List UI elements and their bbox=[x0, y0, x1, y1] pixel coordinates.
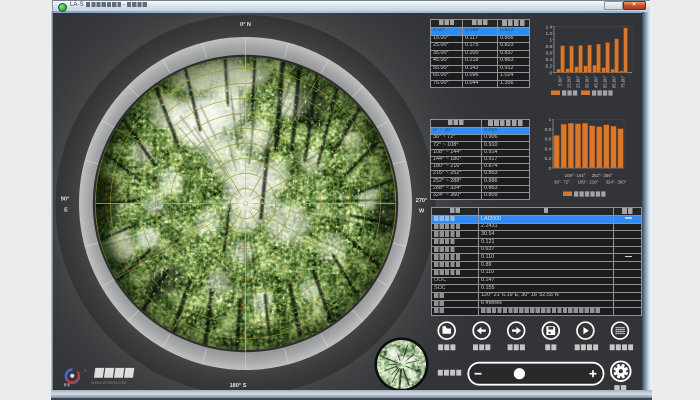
svg-text:35.00°: 35.00° bbox=[584, 75, 589, 88]
svg-text:252°- 288°: 252°- 288° bbox=[592, 173, 613, 178]
svg-text:0: 0 bbox=[549, 70, 552, 75]
svg-text:0.2: 0.2 bbox=[545, 156, 552, 161]
svg-text:®: ® bbox=[84, 369, 87, 373]
svg-text:E: E bbox=[64, 208, 68, 214]
svg-text:15.00°: 15.00° bbox=[566, 75, 571, 88]
svg-text:1.2: 1.2 bbox=[546, 31, 553, 36]
svg-text:90°: 90° bbox=[61, 197, 69, 203]
svg-text:75.00°: 75.00° bbox=[620, 75, 625, 88]
svg-text:W: W bbox=[419, 209, 425, 215]
svg-text:1.4: 1.4 bbox=[546, 24, 553, 29]
svg-text:1: 1 bbox=[549, 37, 552, 42]
svg-text:55.00°: 55.00° bbox=[602, 75, 607, 88]
svg-text:0° N: 0° N bbox=[240, 22, 251, 28]
svg-text:270°: 270° bbox=[416, 198, 428, 204]
svg-text:180°- 216°: 180°- 216° bbox=[578, 180, 599, 185]
svg-text:0.2: 0.2 bbox=[546, 64, 553, 69]
svg-text:45.00°: 45.00° bbox=[593, 75, 598, 88]
svg-text:25.00°: 25.00° bbox=[575, 75, 580, 88]
svg-text:0.6: 0.6 bbox=[545, 137, 552, 142]
svg-text:108°- 144°: 108°- 144° bbox=[565, 173, 586, 178]
svg-text:5.00°: 5.00° bbox=[557, 75, 562, 86]
svg-text:180° S: 180° S bbox=[230, 383, 247, 389]
svg-text:324°- 360°: 324°- 360° bbox=[606, 180, 627, 185]
svg-text:0.4: 0.4 bbox=[545, 146, 552, 151]
svg-text:WWW.WSEEN.COM: WWW.WSEEN.COM bbox=[91, 381, 126, 385]
svg-text:36°- 72°: 36°- 72° bbox=[554, 180, 570, 185]
svg-text:1: 1 bbox=[548, 117, 551, 122]
svg-text:0.4: 0.4 bbox=[546, 57, 553, 62]
svg-text:0.8: 0.8 bbox=[545, 127, 552, 132]
svg-text:65.00°: 65.00° bbox=[611, 75, 616, 88]
svg-text:0.6: 0.6 bbox=[546, 51, 553, 56]
svg-text:0: 0 bbox=[548, 166, 551, 171]
svg-text:0.8: 0.8 bbox=[546, 44, 553, 49]
